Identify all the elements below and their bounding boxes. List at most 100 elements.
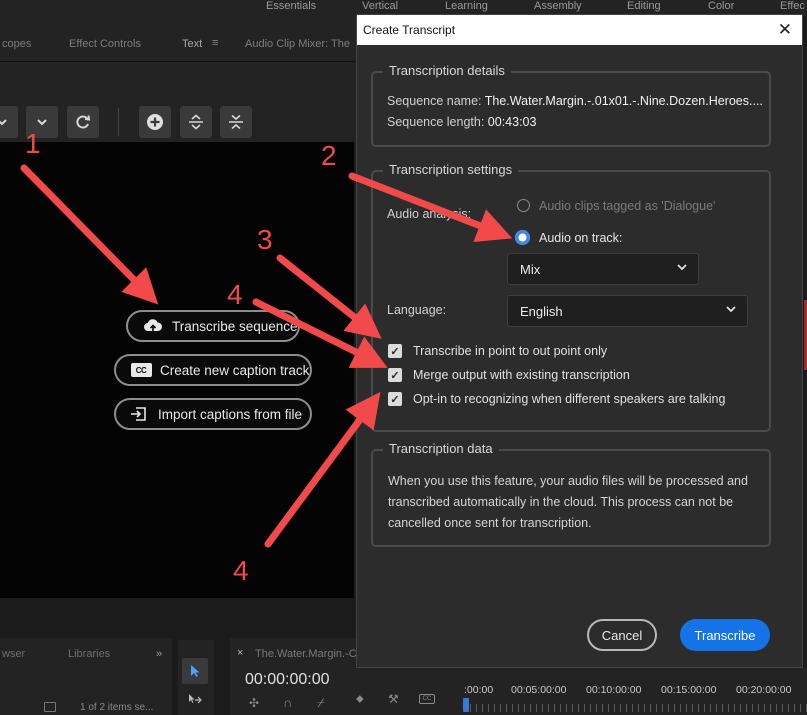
toolbar-divider	[118, 108, 119, 136]
close-sequence-icon[interactable]: ×	[237, 647, 243, 659]
language-value: English	[520, 304, 563, 319]
workspace-tab-color[interactable]: Color	[708, 0, 734, 12]
transcription-details-group: Transcription details Sequence name: The…	[371, 63, 771, 147]
folder-icon[interactable]	[44, 702, 56, 712]
merge-checkbox-label: Merge output with existing transcription	[413, 368, 630, 382]
tab-menu-icon[interactable]: ≡	[212, 37, 218, 49]
captions-panel: Transcribe sequence CC Create new captio…	[0, 142, 354, 598]
annotation-number-1: 1	[25, 128, 41, 159]
annotation-number-3: 3	[257, 224, 273, 255]
wrench-icon[interactable]: ⚒	[388, 692, 399, 706]
transcription-settings-group: Transcription settings Audio analysis: A…	[371, 162, 771, 432]
close-icon[interactable]: ✕	[778, 20, 792, 40]
merge-caption-icon[interactable]	[220, 106, 252, 138]
items-selected-count: 1 of 2 items se...	[80, 702, 154, 713]
radio-dialogue-clips-label: Audio clips tagged as 'Dialogue'	[539, 199, 716, 213]
tab-sequence[interactable]: The.Water.Margin.-C	[255, 648, 357, 660]
ruler-label: :00:00	[464, 684, 494, 696]
create-caption-track-button[interactable]: CC Create new caption track	[114, 354, 312, 386]
closed-captions-icon: CC	[130, 362, 152, 378]
transcription-data-group: Transcription data When you use this fea…	[371, 441, 771, 547]
audio-analysis-label: Audio analysis:	[387, 207, 472, 221]
chevron-down-icon	[676, 261, 688, 276]
import-captions-label: Import captions from file	[158, 406, 303, 422]
tools-panel	[178, 640, 214, 715]
cloud-upload-icon	[142, 318, 164, 334]
transcription-data-title: Transcription data	[383, 441, 499, 456]
radio-audio-on-track-label: Audio on track:	[539, 231, 623, 245]
chevron-left-icon[interactable]	[0, 106, 18, 138]
tab-audio-clip-mixer[interactable]: Audio Clip Mixer: The	[245, 38, 350, 50]
transcription-data-text: When you use this feature, your audio fi…	[388, 474, 748, 530]
snap-icon[interactable]: ✣	[249, 696, 259, 710]
chevron-down-icon	[725, 303, 737, 318]
sequence-name-value: The.Water.Margin.-.01x01.-.Nine.Dozen.He…	[484, 94, 763, 108]
ruler-label: 00:10:00:00	[586, 684, 642, 696]
project-panel: wser Libraries » 1 of 2 items se...	[0, 638, 172, 715]
timecode-display[interactable]: 00:00:00:00	[245, 671, 330, 689]
track-select-tool-icon[interactable]	[188, 692, 202, 704]
selection-tool-icon[interactable]	[182, 658, 208, 684]
linked-selection-icon[interactable]: ∩	[283, 695, 292, 710]
playhead[interactable]	[463, 698, 469, 712]
bottom-left-panels: wser Libraries » 1 of 2 items se... × Th…	[0, 598, 357, 715]
sequence-length-row: Sequence length: 00:43:03	[387, 115, 536, 129]
dialog-title: Create Transcript	[363, 23, 456, 37]
captions-icon[interactable]: CC	[419, 694, 435, 704]
workspace-tab-learning[interactable]: Learning	[445, 0, 488, 12]
ruler-label: 00:05:00:00	[511, 684, 567, 696]
radio-audio-on-track[interactable]	[515, 230, 530, 245]
tab-libraries[interactable]: Libraries	[68, 648, 110, 660]
create-transcript-dialog: Create Transcript ✕ Transcription detail…	[356, 14, 803, 668]
add-circle-icon[interactable]	[139, 106, 171, 138]
import-icon	[128, 406, 150, 422]
workspace-tab-editing[interactable]: Editing	[627, 0, 661, 12]
radio-dialogue-clips[interactable]	[517, 199, 530, 212]
audio-track-dropdown[interactable]: Mix	[507, 253, 699, 285]
workspace-tab-effects[interactable]: Effec	[780, 0, 805, 12]
annotation-number-4a: 4	[227, 279, 243, 310]
refresh-icon[interactable]	[67, 106, 99, 138]
inout-checkbox-label: Transcribe in point to out point only	[413, 344, 608, 358]
ruler-ticks	[464, 704, 807, 712]
split-caption-icon[interactable]	[180, 106, 212, 138]
tab-text[interactable]: Text	[182, 38, 202, 50]
annotation-number-2: 2	[321, 140, 337, 171]
tab-media-browser[interactable]: wser	[2, 648, 25, 660]
timeline-panel: × The.Water.Margin.-C 00:00:00:00 ✣ ∩ ⌿	[230, 638, 357, 715]
speakers-checkbox[interactable]: ✓	[388, 392, 402, 406]
create-caption-track-label: Create new caption track	[160, 362, 310, 378]
transcribe-sequence-button[interactable]: Transcribe sequence	[126, 310, 300, 342]
sequence-name-label: Sequence name:	[387, 94, 482, 108]
workspace-tab-assembly[interactable]: Assembly	[534, 0, 582, 12]
language-dropdown[interactable]: English	[507, 295, 748, 327]
workspace-tab-essentials[interactable]: Essentials	[266, 0, 316, 12]
tab-scopes[interactable]: copes	[2, 38, 31, 50]
cancel-button[interactable]: Cancel	[587, 619, 657, 651]
transcription-details-title: Transcription details	[383, 63, 511, 78]
ruler-label: 00:15:00:00	[661, 684, 717, 696]
marker-icon[interactable]: ⬥	[356, 693, 364, 706]
timeline-ruler: ⬥ ⚒ CC :00:00 00:05:00:00 00:10:00:00 00…	[356, 668, 807, 715]
tab-effect-controls[interactable]: Effect Controls	[69, 38, 141, 50]
ruler-label: 00:20:00:00	[736, 684, 792, 696]
sequence-length-value: 00:43:03	[487, 115, 537, 129]
workspace-tab-vertical[interactable]: Vertical	[362, 0, 398, 12]
transcribe-sequence-label: Transcribe sequence	[172, 318, 298, 334]
dialog-titlebar[interactable]: Create Transcript ✕	[357, 15, 802, 45]
audio-track-value: Mix	[520, 262, 541, 277]
speakers-checkbox-label: Opt-in to recognizing when different spe…	[413, 392, 726, 406]
merge-checkbox[interactable]: ✓	[388, 368, 402, 382]
panel-tabs: copes Effect Controls Text ≡ Audio Clip …	[0, 16, 356, 62]
transcription-settings-title: Transcription settings	[383, 162, 519, 177]
transcribe-button[interactable]: Transcribe	[680, 619, 770, 651]
sequence-length-label: Sequence length:	[387, 115, 485, 129]
import-captions-button[interactable]: Import captions from file	[114, 398, 312, 430]
text-panel-toolbar	[0, 62, 356, 142]
panel-overflow-icon[interactable]: »	[156, 648, 162, 660]
sequence-name-row: Sequence name: The.Water.Margin.-.01x01.…	[387, 94, 763, 108]
add-marker-icon[interactable]: ⌿	[317, 695, 325, 711]
inout-checkbox[interactable]: ✓	[388, 344, 402, 358]
language-label: Language:	[387, 303, 447, 317]
annotation-number-4b: 4	[233, 555, 249, 586]
